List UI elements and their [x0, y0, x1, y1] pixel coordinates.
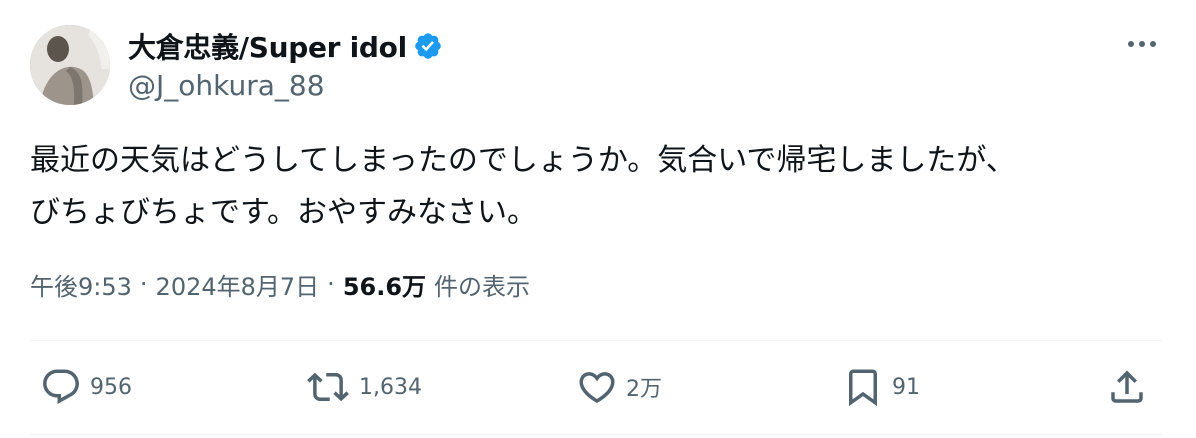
- tweet-meta: 午後9:53 · 2024年8月7日 · 56.6万 件の表示: [30, 265, 530, 303]
- tweet-card: 大倉忠義/Super idol @J_ohkura_88 最近の天気はどうしてし…: [0, 0, 1196, 438]
- reply-count: 956: [90, 374, 132, 400]
- reply-button[interactable]: 956: [40, 362, 132, 412]
- verified-badge-icon: [415, 33, 441, 59]
- bookmark-count: 91: [892, 374, 920, 400]
- avatar-image-icon: [30, 25, 110, 105]
- like-count: 2万: [626, 377, 662, 402]
- bookmark-button[interactable]: 91: [842, 362, 920, 412]
- divider: [30, 340, 1162, 341]
- like-button[interactable]: 2万: [576, 362, 662, 412]
- share-icon: [1111, 370, 1143, 403]
- divider: [30, 434, 1162, 435]
- more-options-button[interactable]: [1124, 31, 1160, 57]
- tweet-time[interactable]: 午後9:53: [30, 267, 132, 302]
- tweet-text: 最近の天気はどうしてしまったのでしょうか。気合いで帰宅しましたが、 びちょびちょ…: [30, 143, 1016, 230]
- views-label: 件の表示: [434, 272, 531, 301]
- tweet-date[interactable]: 2024年8月7日: [156, 267, 320, 302]
- meta-separator: ·: [139, 270, 148, 298]
- retweet-button[interactable]: 1,634: [305, 362, 422, 412]
- author-display-name[interactable]: 大倉忠義/Super idol: [128, 26, 407, 66]
- author-name-row: 大倉忠義/Super idol: [128, 28, 443, 64]
- meta-separator: ·: [327, 270, 335, 298]
- author-handle[interactable]: @J_ohkura_88: [128, 69, 325, 102]
- share-button[interactable]: [1106, 362, 1148, 412]
- heart-icon: [579, 372, 615, 404]
- reply-icon: [43, 369, 79, 404]
- retweet-icon: [307, 372, 349, 402]
- more-horizontal-icon: [1128, 41, 1156, 47]
- tweet-actions: 956 1,634 2万 91: [30, 362, 1162, 412]
- retweet-count: 1,634: [359, 374, 422, 400]
- bookmark-icon: [849, 369, 877, 407]
- avatar[interactable]: [30, 25, 110, 105]
- views-count: 56.6万: [342, 272, 427, 301]
